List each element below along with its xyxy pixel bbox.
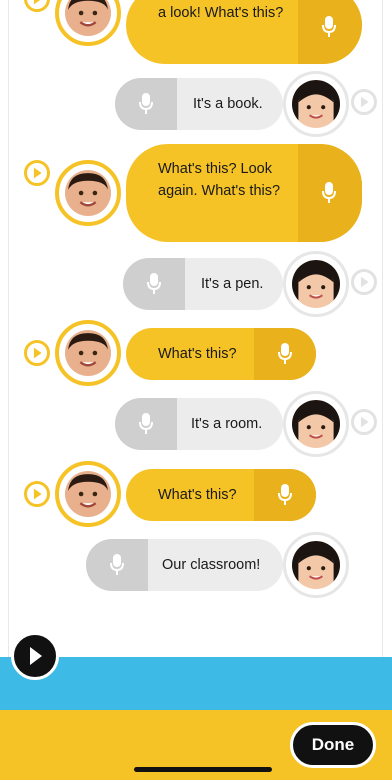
line-text: It's a pen.	[201, 276, 264, 292]
record-button[interactable]	[86, 539, 148, 591]
line-text: What's this?	[158, 346, 237, 362]
microphone-icon	[110, 554, 124, 575]
girl-avatar	[283, 532, 349, 598]
line-text: a look! What's this?	[158, 5, 284, 21]
play-icon	[33, 167, 42, 179]
record-button[interactable]	[115, 398, 177, 450]
microphone-icon	[139, 93, 153, 114]
play-icon	[360, 276, 369, 288]
girl-avatar	[283, 71, 349, 137]
divider	[8, 0, 9, 660]
boy-avatar	[55, 160, 121, 226]
play-icon	[33, 0, 41, 5]
play-line-button[interactable]	[24, 340, 50, 366]
boy-avatar	[55, 461, 121, 527]
speech-bubble-girl[interactable]: It's a pen.	[123, 258, 283, 310]
play-icon	[360, 416, 369, 428]
microphone-icon	[322, 16, 336, 37]
speech-bubble-boy[interactable]: What's this?	[126, 328, 316, 380]
play-icon	[33, 347, 42, 359]
line-text: What's this?	[158, 487, 237, 503]
play-line-button[interactable]	[351, 89, 377, 115]
play-line-button[interactable]	[24, 481, 50, 507]
record-button[interactable]	[254, 469, 316, 521]
divider	[382, 0, 383, 660]
home-indicator	[134, 767, 272, 772]
microphone-icon	[278, 484, 292, 505]
line-text: It's a book.	[193, 96, 263, 112]
speech-bubble-girl[interactable]: It's a book.	[115, 78, 283, 130]
play-all-button[interactable]	[9, 632, 69, 682]
speech-bubble-boy[interactable]: What's this?	[126, 469, 316, 521]
speech-bubble-boy[interactable]: a look! What's this?	[126, 0, 362, 64]
play-icon	[360, 96, 369, 108]
line-text: It's a room.	[191, 416, 263, 432]
line-text: Our classroom!	[162, 557, 261, 573]
play-icon	[30, 647, 42, 665]
microphone-icon	[147, 273, 161, 294]
speech-bubble-girl[interactable]: Our classroom!	[86, 539, 283, 591]
microphone-icon	[322, 182, 336, 203]
record-button[interactable]	[298, 144, 362, 242]
microphone-icon	[278, 343, 292, 364]
record-button[interactable]	[254, 328, 316, 380]
play-line-button[interactable]	[351, 269, 377, 295]
record-button[interactable]	[298, 0, 362, 64]
record-button[interactable]	[123, 258, 185, 310]
girl-avatar	[283, 251, 349, 317]
speech-bubble-boy[interactable]: What's this? Look again. What's this?	[126, 144, 362, 242]
play-line-button[interactable]	[24, 160, 50, 186]
speech-bubble-girl[interactable]: It's a room.	[115, 398, 283, 450]
girl-avatar	[283, 391, 349, 457]
record-button[interactable]	[115, 78, 177, 130]
play-icon	[33, 488, 42, 500]
done-button[interactable]: Done	[290, 722, 376, 768]
dialogue-screen: a look! What's this? It's a book. What's…	[0, 0, 392, 780]
play-line-button[interactable]	[351, 409, 377, 435]
line-text: What's this? Look again. What's this?	[158, 161, 281, 199]
boy-avatar	[55, 320, 121, 386]
microphone-icon	[139, 413, 153, 434]
